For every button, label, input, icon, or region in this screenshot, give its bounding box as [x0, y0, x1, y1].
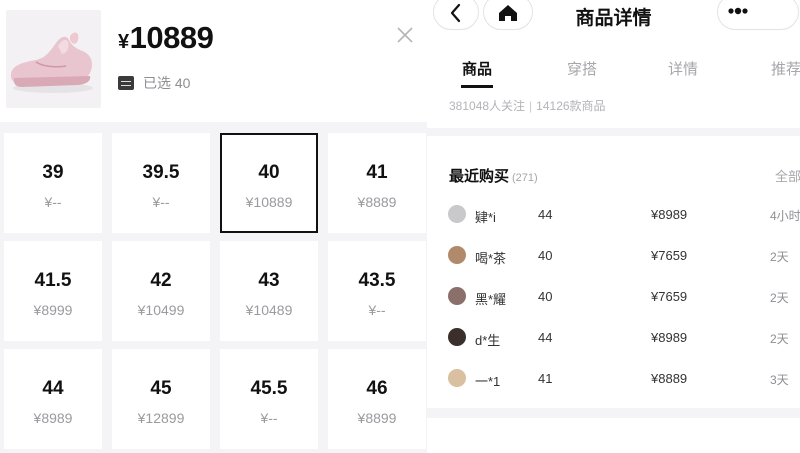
size-picker-panel: ¥10889 已选 40 39 ¥-- 39.5 ¥-- 40 ¥10889 4…: [0, 0, 427, 453]
brand-stats: 381048人关注 | 14126款商品: [449, 99, 606, 113]
avatar: [448, 287, 466, 305]
more-dots-icon: [728, 7, 748, 15]
avatar: [448, 246, 466, 264]
size-label: 39.5: [142, 162, 180, 183]
size-option[interactable]: 39 ¥--: [4, 133, 102, 233]
size-price: ¥8999: [33, 302, 73, 318]
purchase-row: d*生 44 ¥8989 2天: [427, 325, 800, 349]
buyer-name: 喝*茶: [475, 251, 507, 266]
active-tab-indicator: [461, 85, 493, 88]
size-label: 43: [258, 270, 280, 291]
purchase-row: 肄*i 44 ¥8989 4小时: [427, 202, 800, 226]
size-picker-header: ¥10889 已选 40: [0, 0, 427, 122]
size-price: ¥8899: [357, 410, 397, 426]
size-option[interactable]: 41 ¥8889: [328, 133, 426, 233]
purchase-time: 2天: [770, 291, 789, 305]
section-divider: [427, 128, 800, 136]
section-divider-bottom: [427, 408, 800, 418]
purchase-size: 41: [538, 371, 553, 386]
size-price: ¥12899: [137, 410, 185, 426]
avatar: [448, 328, 466, 346]
close-icon: [397, 27, 413, 43]
purchase-time: 3天: [770, 373, 789, 387]
currency-symbol: ¥: [118, 31, 129, 53]
purchase-row: 喝*茶 40 ¥7659 2天: [427, 243, 800, 267]
avatar: [448, 205, 466, 223]
size-label: 41: [366, 162, 388, 183]
more-button[interactable]: [717, 0, 799, 30]
tab-recommend[interactable]: 推荐: [771, 58, 800, 79]
size-price: ¥--: [368, 302, 386, 318]
size-price: ¥10889: [245, 194, 293, 210]
purchase-time: 2天: [770, 332, 789, 346]
size-option[interactable]: 39.5 ¥--: [112, 133, 210, 233]
size-label: 45.5: [250, 378, 288, 399]
size-option[interactable]: 46 ¥8899: [328, 349, 426, 449]
size-label: 39: [42, 162, 64, 183]
purchase-size: 44: [538, 207, 553, 222]
size-price: ¥--: [260, 410, 278, 426]
selected-size-row: 已选 40: [118, 73, 190, 93]
size-label: 41.5: [34, 270, 72, 291]
size-price: ¥10489: [245, 302, 293, 318]
size-label: 46: [366, 378, 388, 399]
size-price: ¥--: [44, 194, 62, 210]
buyer-name: 肄*i: [475, 210, 496, 225]
purchase-row: 一*1 41 ¥8889 3天: [427, 366, 800, 390]
product-thumbnail: [6, 10, 101, 108]
size-option[interactable]: 45.5 ¥--: [220, 349, 318, 449]
size-label: 42: [150, 270, 172, 291]
close-button[interactable]: [394, 24, 416, 46]
recent-purchases-title: 最近购买 (271): [449, 165, 538, 186]
size-option-selected[interactable]: 40 ¥10889: [220, 133, 318, 233]
size-label: 40: [258, 162, 280, 183]
item-count: 14126款商品: [536, 99, 606, 113]
size-tag-icon: [118, 76, 134, 90]
purchase-price: ¥7659: [651, 289, 688, 304]
tab-details[interactable]: 详情: [668, 58, 698, 79]
tab-product[interactable]: 商品: [462, 58, 492, 79]
size-price: ¥8989: [33, 410, 73, 426]
price-value: 10889: [129, 20, 214, 55]
buyer-name: 黑*耀: [475, 292, 507, 307]
purchase-size: 40: [538, 289, 553, 304]
followers-count: 381048人关注: [449, 99, 526, 113]
size-label: 45: [150, 378, 172, 399]
size-price: ¥8889: [357, 194, 397, 210]
purchase-size: 44: [538, 330, 553, 345]
view-all-link[interactable]: 全部: [775, 166, 800, 185]
purchase-row: 黑*耀 40 ¥7659 2天: [427, 284, 800, 308]
buyer-name: 一*1: [475, 374, 501, 389]
purchase-price: ¥8889: [651, 371, 688, 386]
size-option[interactable]: 43.5 ¥--: [328, 241, 426, 341]
purchase-price: ¥8989: [651, 207, 688, 222]
recent-purchases-label: 最近购买: [449, 168, 510, 185]
size-option[interactable]: 45 ¥12899: [112, 349, 210, 449]
size-option[interactable]: 42 ¥10499: [112, 241, 210, 341]
size-price: ¥--: [152, 194, 170, 210]
size-option[interactable]: 41.5 ¥8999: [4, 241, 102, 341]
selected-size-label: 已选 40: [143, 75, 191, 91]
purchase-price: ¥7659: [651, 248, 688, 263]
purchase-time: 2天: [770, 250, 789, 264]
buyer-name: d*生: [475, 333, 501, 348]
detail-tabs: 商品 穿搭 详情 推荐: [427, 58, 800, 88]
size-option[interactable]: 43 ¥10489: [220, 241, 318, 341]
size-label: 43.5: [358, 270, 396, 291]
avatar: [448, 369, 466, 387]
purchase-price: ¥8989: [651, 330, 688, 345]
size-label: 44: [42, 378, 64, 399]
size-price: ¥10499: [137, 302, 185, 318]
product-detail-panel: 商品 详情 商品 穿搭 详情 推荐 381048人关注 | 14126款商品 最近购买…: [427, 0, 800, 453]
purchase-time: 4小时: [770, 209, 800, 223]
size-option[interactable]: 44 ¥8989: [4, 349, 102, 449]
recent-purchases-count: (271): [512, 172, 538, 184]
purchase-size: 40: [538, 248, 553, 263]
selected-price: ¥10889: [118, 20, 214, 56]
tab-outfit[interactable]: 穿搭: [567, 58, 597, 79]
